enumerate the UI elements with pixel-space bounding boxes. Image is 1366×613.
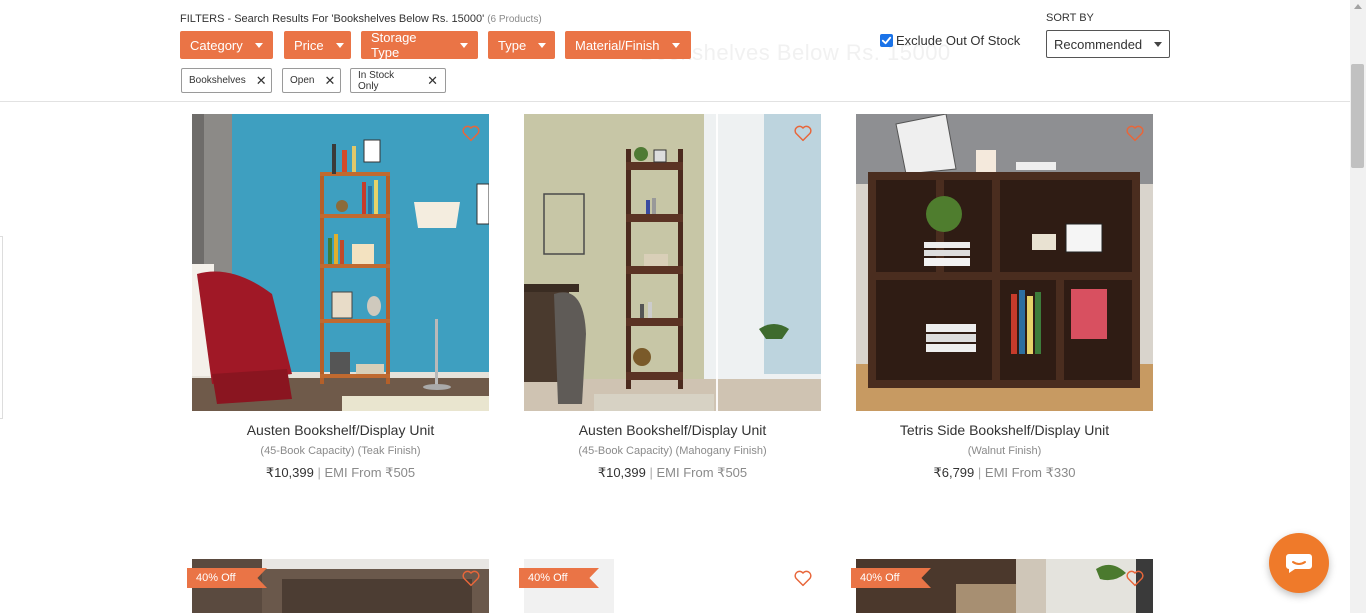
filter-dropdown-label: Storage Type bbox=[371, 30, 417, 60]
product-emi: EMI From ₹505 bbox=[656, 465, 748, 480]
product-price-line: ₹10,399 | EMI From ₹505 bbox=[192, 465, 489, 481]
applied-filter-chip: Bookshelves ✕ bbox=[181, 68, 272, 93]
caret-down-icon bbox=[538, 42, 547, 48]
checkmark-icon bbox=[881, 36, 892, 45]
product-image-art bbox=[524, 114, 821, 411]
heart-outline-icon[interactable] bbox=[461, 569, 481, 587]
product-image[interactable] bbox=[856, 114, 1153, 411]
product-name[interactable]: Austen Bookshelf/Display Unit bbox=[524, 422, 821, 438]
exclude-out-of-stock-label: Exclude Out Of Stock bbox=[896, 33, 1021, 48]
scroll-up-arrow-icon[interactable] bbox=[1354, 4, 1362, 9]
product-emi: EMI From ₹330 bbox=[984, 465, 1076, 480]
product-price: ₹10,399 bbox=[265, 465, 314, 480]
filter-dropdown-type[interactable]: Type bbox=[488, 31, 555, 59]
filter-dropdown-category[interactable]: Category bbox=[180, 31, 273, 59]
product-subtitle: (45-Book Capacity) (Teak Finish) bbox=[260, 445, 421, 457]
caret-down-icon bbox=[1154, 41, 1162, 47]
heart-outline-icon[interactable] bbox=[461, 124, 481, 142]
caret-down-icon bbox=[460, 42, 468, 48]
applied-filter-chip: In Stock Only ✕ bbox=[350, 68, 446, 93]
chip-label: Bookshelves bbox=[189, 75, 246, 86]
chip-label: In Stock Only bbox=[358, 69, 395, 92]
filter-dropdown-storage-type[interactable]: Storage Type bbox=[361, 30, 478, 60]
close-icon[interactable]: ✕ bbox=[324, 74, 335, 87]
product-card[interactable]: Tetris Side Bookshelf/Display Unit (Waln… bbox=[856, 114, 1153, 481]
product-image-art bbox=[192, 114, 489, 411]
filter-dropdown-price[interactable]: Price bbox=[284, 31, 351, 59]
filter-dropdown-label: Category bbox=[190, 37, 243, 53]
product-subtitle: (45-Book Capacity) (Mahogany Finish) bbox=[578, 445, 767, 457]
product-image-art bbox=[856, 114, 1153, 411]
product-card[interactable]: Austen Bookshelf/Display Unit (45-Book C… bbox=[192, 114, 489, 481]
filter-dropdown-label: Material/Finish bbox=[575, 37, 660, 53]
product-price: ₹10,399 bbox=[597, 465, 646, 480]
close-icon[interactable]: ✕ bbox=[256, 74, 267, 87]
sort-value: Recommended bbox=[1054, 36, 1143, 52]
product-image[interactable] bbox=[192, 114, 489, 411]
exclude-out-of-stock[interactable]: Exclude Out Of Stock bbox=[880, 33, 1020, 48]
product-image[interactable] bbox=[524, 114, 821, 411]
close-icon[interactable]: ✕ bbox=[427, 74, 438, 87]
chat-button[interactable] bbox=[1269, 533, 1329, 593]
product-name[interactable]: Austen Bookshelf/Display Unit bbox=[192, 422, 489, 438]
applied-filter-chip: Open ✕ bbox=[282, 68, 341, 93]
heart-outline-icon[interactable] bbox=[1125, 569, 1145, 587]
product-name[interactable]: Tetris Side Bookshelf/Display Unit bbox=[856, 422, 1153, 438]
product-price-line: ₹10,399 | EMI From ₹505 bbox=[524, 465, 821, 481]
filters-title: FILTERS - Search Results For 'Bookshelve… bbox=[180, 13, 542, 25]
product-price: ₹6,799 bbox=[933, 465, 975, 480]
filter-dropdown-label: Type bbox=[498, 37, 527, 53]
price-separator: | bbox=[317, 465, 321, 480]
caret-down-icon bbox=[671, 42, 680, 48]
heart-outline-icon[interactable] bbox=[793, 569, 813, 587]
caret-down-icon bbox=[254, 42, 263, 48]
scrollbar-thumb[interactable] bbox=[1351, 64, 1364, 168]
filter-dropdown-material-finish[interactable]: Material/Finish bbox=[565, 31, 691, 59]
filter-dropdown-label: Price bbox=[294, 37, 324, 53]
side-panel-edge[interactable] bbox=[0, 236, 3, 419]
chat-bubble-icon bbox=[1286, 554, 1312, 573]
price-separator: | bbox=[649, 465, 653, 480]
sort-select[interactable]: Recommended bbox=[1046, 30, 1170, 58]
product-card[interactable]: Austen Bookshelf/Display Unit (45-Book C… bbox=[524, 114, 821, 481]
product-count: (6 Products) bbox=[487, 14, 542, 25]
heart-outline-icon[interactable] bbox=[793, 124, 813, 142]
product-emi: EMI From ₹505 bbox=[324, 465, 416, 480]
sort-label: SORT BY bbox=[1046, 12, 1094, 24]
heart-outline-icon[interactable] bbox=[1125, 124, 1145, 142]
price-separator: | bbox=[977, 465, 982, 480]
caret-down-icon bbox=[335, 42, 344, 48]
discount-badge: 40% Off bbox=[519, 568, 599, 588]
filters-title-text: FILTERS - Search Results For 'Bookshelve… bbox=[180, 13, 485, 25]
product-price-line: ₹6,799 | EMI From ₹330 bbox=[856, 465, 1153, 481]
chip-label: Open bbox=[290, 75, 315, 86]
product-subtitle: (Walnut Finish) bbox=[967, 445, 1042, 457]
discount-badge: 40% Off bbox=[187, 568, 267, 588]
discount-badge: 40% Off bbox=[851, 568, 931, 588]
exclude-out-of-stock-checkbox[interactable] bbox=[880, 34, 893, 47]
filter-bar: Bookshelves Below Rs. 15000 FILTERS - Se… bbox=[0, 0, 1350, 102]
